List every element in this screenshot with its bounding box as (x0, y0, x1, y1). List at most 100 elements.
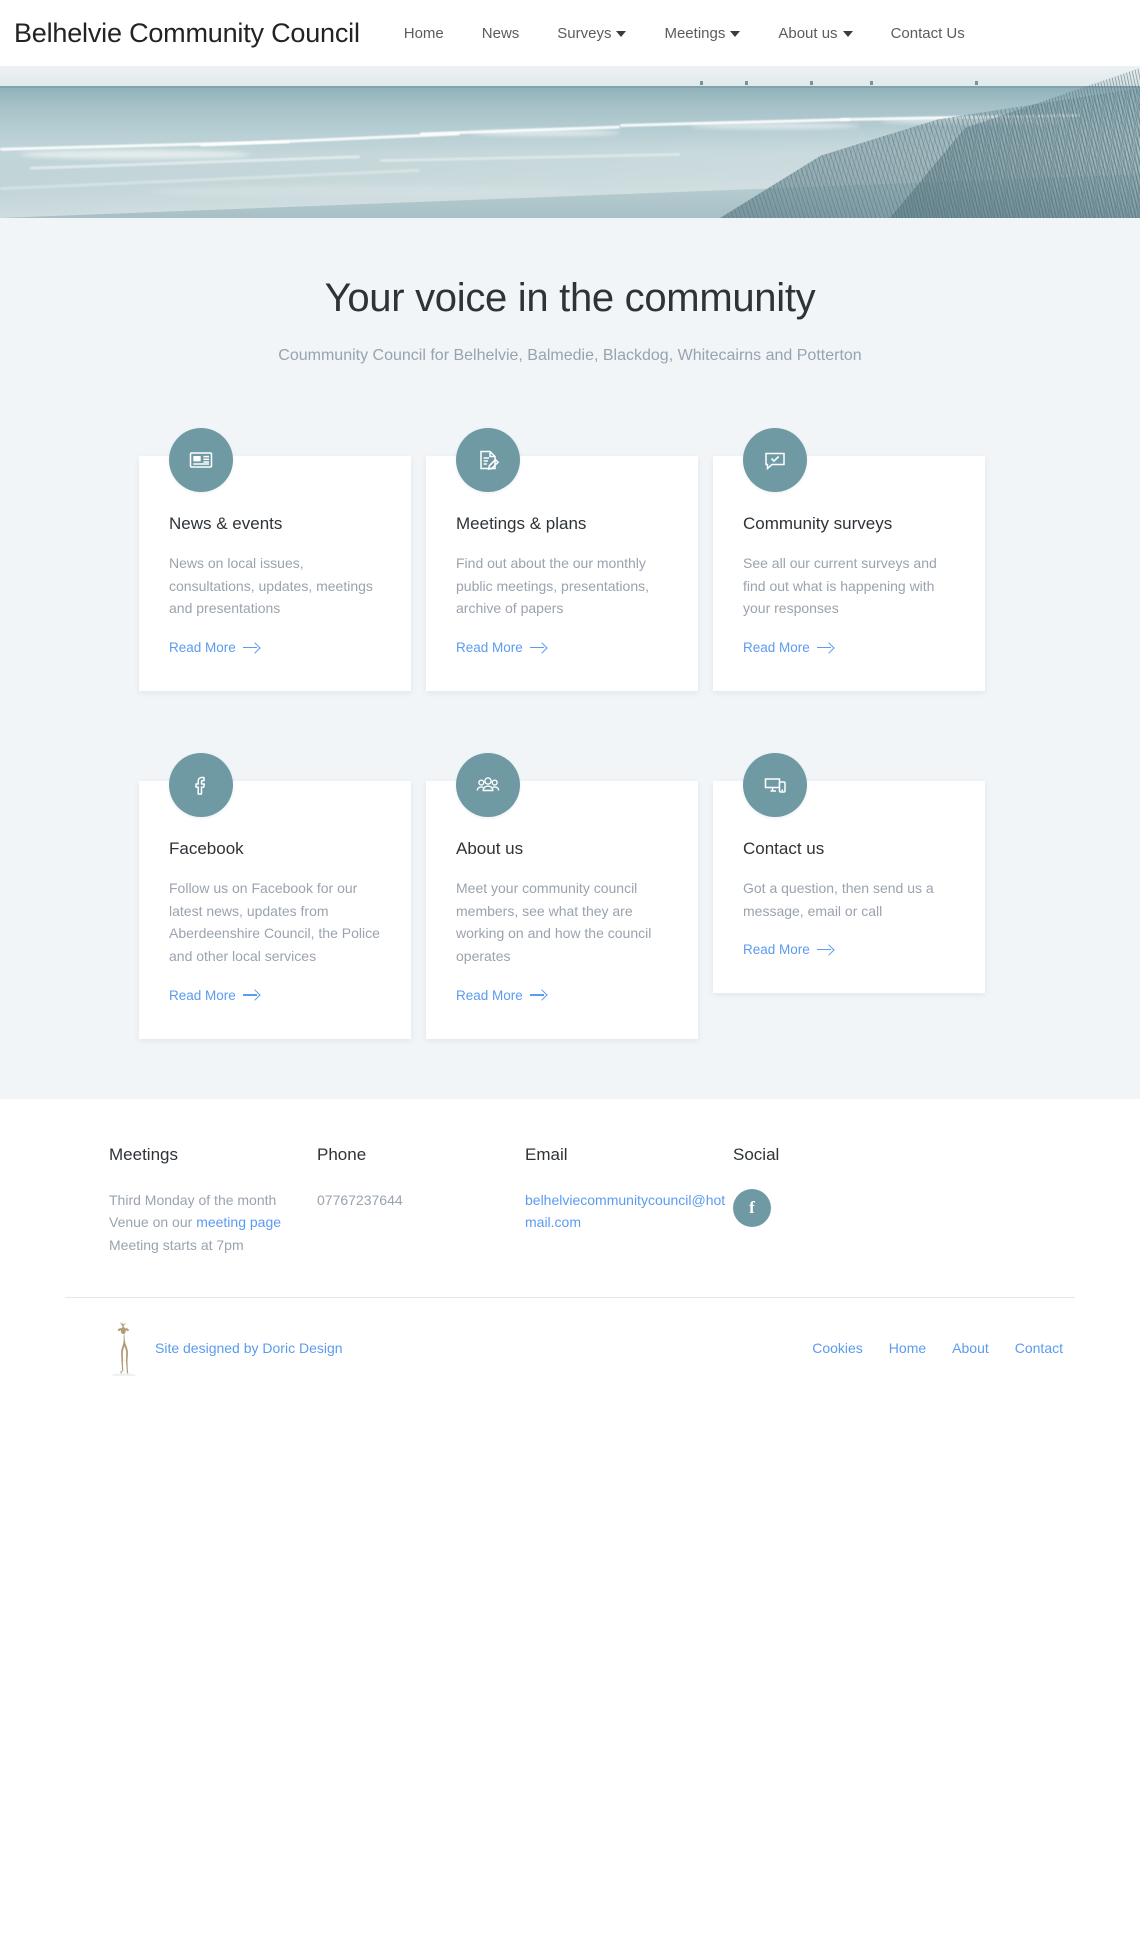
arrow-right-icon (816, 643, 833, 653)
footer-link-contact[interactable]: Contact (1015, 1340, 1063, 1356)
read-more-label: Read More (456, 987, 523, 1003)
facebook-icon (169, 753, 233, 818)
card-title: News & events (169, 514, 283, 533)
card-title: Community surveys (743, 514, 893, 533)
footer-heading-email: Email (525, 1144, 568, 1164)
site-footer: Meetings Third Monday of the month Venue… (0, 1098, 1140, 1406)
people-group-icon (456, 753, 520, 818)
read-more-label: Read More (456, 640, 523, 656)
card-title: About us (456, 839, 524, 859)
newspaper-icon (169, 428, 233, 492)
footer-link-home[interactable]: Home (889, 1340, 926, 1356)
hero-ship-silhouette (700, 81, 703, 85)
footer-column-phone: Phone 07767237644 (317, 1145, 525, 1257)
hero-horizon-line (0, 86, 1140, 88)
footer-column-email: Email belhelviecommunitycouncil@hotmail.… (525, 1145, 733, 1257)
nav-item-surveys-label: Surveys (557, 24, 612, 42)
arrow-right-icon (816, 945, 833, 955)
hero-foam (470, 130, 620, 136)
card-description: Follow us on Facebook for our latest new… (169, 880, 380, 965)
card-description: Meet your community council members, see… (456, 880, 652, 965)
footer-bottom-links: Cookies Home About Contact (812, 1340, 1063, 1356)
arrow-right-icon (529, 990, 546, 1000)
hero-ship-silhouette (975, 81, 978, 85)
designer-credit-link[interactable]: Site designed by Doric Design (155, 1340, 343, 1356)
nav-item-about-us-label: About us (778, 24, 838, 42)
chevron-down-icon (842, 31, 853, 37)
speech-bubble-check-icon (743, 428, 807, 492)
main-content-section: Your voice in the community Coummunity C… (0, 218, 1140, 1099)
nav-item-contact-us-label: Contact Us (890, 24, 965, 42)
footer-email-wrap: belhelviecommunitycouncil@hotmail.com (525, 1189, 733, 1234)
read-more-label: Read More (169, 987, 236, 1003)
facebook-social-icon[interactable]: f (733, 1188, 771, 1227)
nav-item-home-label: Home (403, 24, 444, 42)
card-description: See all our current surveys and find out… (743, 555, 937, 617)
meetings-line-2-prefix: Venue on our (109, 1214, 197, 1231)
nav-item-news[interactable]: News (482, 15, 520, 52)
read-more-link[interactable]: Read More (456, 640, 546, 655)
footer-phone-number: 07767237644 (317, 1191, 403, 1208)
footer-column-social: Social f (733, 1145, 941, 1257)
read-more-link[interactable]: Read More (169, 988, 259, 1003)
nav-item-contact-us[interactable]: Contact Us (891, 15, 965, 52)
read-more-link[interactable]: Read More (743, 640, 833, 655)
arrow-right-icon (529, 643, 546, 653)
deer-logo (109, 1320, 141, 1377)
card-title: Contact us (743, 839, 825, 859)
read-more-link[interactable]: Read More (456, 988, 546, 1003)
nav-item-about-us[interactable]: About us (778, 15, 853, 52)
card-description: News on local issues, consultations, upd… (169, 555, 373, 617)
nav-item-meetings-label: Meetings (664, 24, 726, 42)
meetings-line-1: Third Monday of the month (109, 1191, 277, 1208)
primary-nav-links: Home News Surveys Meetings About us Cont… (396, 15, 965, 52)
arrow-right-icon (242, 990, 259, 1000)
read-more-label: Read More (743, 640, 810, 656)
hero-banner-image (0, 66, 1140, 218)
nav-item-news-label: News (481, 24, 520, 42)
page-title: Your voice in the community (324, 276, 816, 320)
hero-ship-silhouette (870, 81, 873, 85)
feature-card-grid: News & events News on local issues, cons… (100, 365, 1040, 1039)
devices-icon (743, 753, 807, 818)
card-title: Meetings & plans (456, 514, 587, 533)
hero-sky (0, 66, 1140, 88)
page-subtitle: Coummunity Council for Belhelvie, Balmed… (278, 347, 862, 364)
nav-item-surveys[interactable]: Surveys (557, 15, 627, 52)
hero-ship-silhouette (745, 81, 748, 85)
footer-link-cookies[interactable]: Cookies (812, 1340, 863, 1356)
feature-card-about-us[interactable]: About us Meet your community council mem… (426, 753, 698, 1039)
meeting-page-link[interactable]: meeting page (196, 1214, 281, 1230)
hero-ship-silhouette (810, 81, 813, 85)
chevron-down-icon (616, 31, 627, 37)
footer-heading-meetings: Meetings (109, 1144, 178, 1164)
card-title: Facebook (169, 839, 244, 859)
read-more-link[interactable]: Read More (169, 640, 259, 655)
footer-heading-social: Social (733, 1144, 780, 1164)
arrow-right-icon (242, 643, 259, 653)
read-more-label: Read More (743, 942, 810, 958)
footer-heading-phone: Phone (317, 1144, 367, 1164)
document-edit-icon (456, 428, 520, 492)
footer-columns: Meetings Third Monday of the month Venue… (65, 1145, 1075, 1257)
nav-item-meetings[interactable]: Meetings (664, 15, 741, 52)
footer-link-about[interactable]: About (952, 1340, 989, 1356)
footer-bottom-bar: Site designed by Doric Design Cookies Ho… (65, 1298, 1075, 1406)
feature-card-news-events[interactable]: News & events News on local issues, cons… (139, 428, 411, 692)
chevron-down-icon (730, 31, 741, 37)
feature-card-facebook[interactable]: Facebook Follow us on Facebook for our l… (139, 753, 411, 1039)
feature-card-contact-us[interactable]: Contact us Got a question, then send us … (713, 753, 985, 1039)
site-brand-title[interactable]: Belhelvie Community Council (14, 18, 360, 49)
card-description: Find out about the our monthly public me… (456, 555, 649, 617)
meetings-line-3: Meeting starts at 7pm (109, 1237, 244, 1254)
read-more-link[interactable]: Read More (743, 942, 833, 957)
footer-email-link[interactable]: belhelviecommunitycouncil@hotmail.com (525, 1192, 725, 1231)
footer-meetings-details: Third Monday of the month Venue on our m… (109, 1189, 317, 1257)
top-navigation-bar: Belhelvie Community Council Home News Su… (0, 0, 1140, 66)
feature-card-meetings-plans[interactable]: Meetings & plans Find out about the our … (426, 428, 698, 692)
feature-card-community-surveys[interactable]: Community surveys See all our current su… (713, 428, 985, 692)
card-description: Got a question, then send us a message, … (743, 880, 934, 919)
nav-item-home[interactable]: Home (404, 15, 444, 52)
designer-credit: Site designed by Doric Design (109, 1320, 343, 1377)
read-more-label: Read More (169, 640, 236, 656)
